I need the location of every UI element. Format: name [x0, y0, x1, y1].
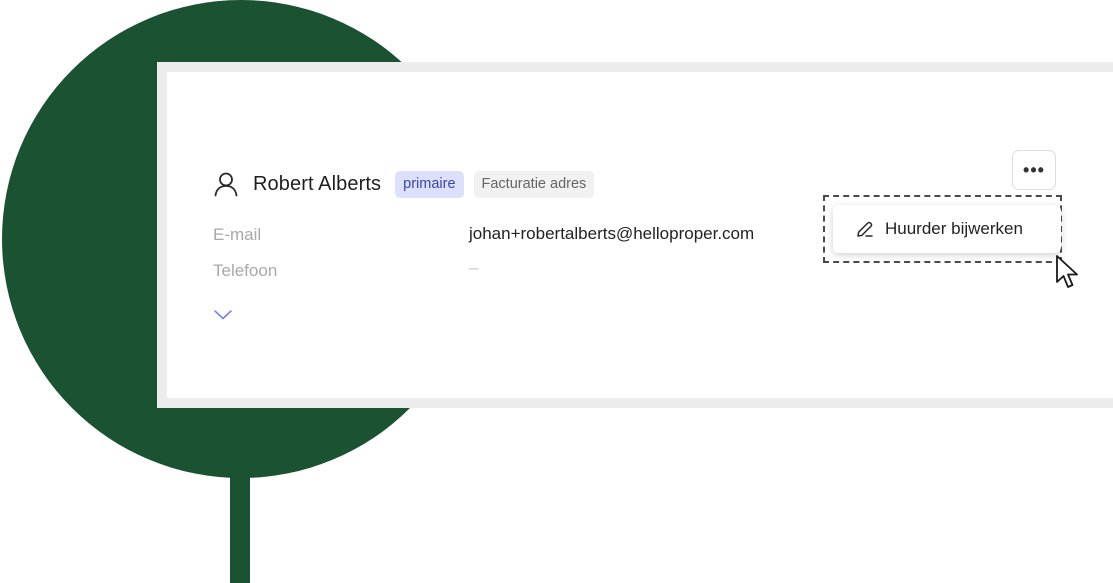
phone-value: –: [469, 258, 479, 277]
decorative-green-stem: [230, 470, 250, 583]
more-options-button[interactable]: •••: [1012, 150, 1056, 190]
card-frame: Robert Alberts primaire Facturatie adres…: [157, 62, 1113, 408]
badge-billing-address: Facturatie adres: [473, 170, 595, 198]
edit-tenant-menu-item[interactable]: Huurder bijwerken: [833, 205, 1061, 253]
edit-tenant-label: Huurder bijwerken: [885, 219, 1023, 238]
phone-label: Telefoon: [213, 261, 278, 280]
mouse-cursor-icon: [1056, 255, 1078, 288]
email-value: johan+robertalberts@helloproper.com: [469, 224, 755, 243]
contact-header: Robert Alberts primaire Facturatie adres: [213, 169, 604, 199]
pencil-icon: [855, 219, 875, 239]
chevron-down-icon[interactable]: [213, 308, 233, 322]
email-label: E-mail: [213, 225, 262, 244]
badge-primary: primaire: [395, 170, 464, 198]
contact-name: Robert Alberts: [253, 172, 382, 195]
contact-card: Robert Alberts primaire Facturatie adres…: [167, 72, 1113, 398]
user-icon: [213, 171, 239, 197]
